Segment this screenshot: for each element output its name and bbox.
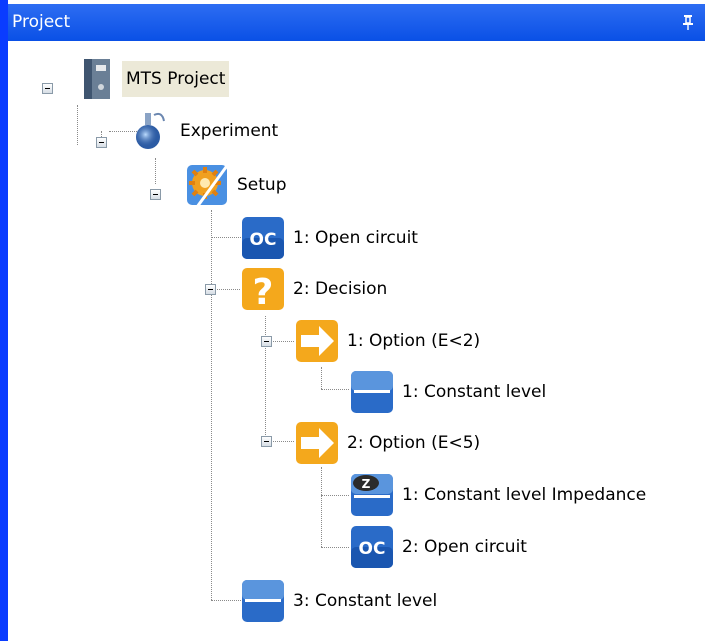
collapse-toggle-option1[interactable] <box>261 336 272 347</box>
tree-node-step3[interactable]: 3: Constant level <box>241 577 441 625</box>
tree-label: 1: Constant level Impedance <box>402 485 647 505</box>
tree-label: 1: Option (E<2) <box>347 331 481 351</box>
tree-node-option1-child1[interactable]: 1: Constant level <box>350 368 550 416</box>
tree-label: 2: Option (E<5) <box>347 433 481 453</box>
gear-icon <box>187 163 229 207</box>
window-left-border <box>0 0 8 641</box>
svg-text:OC: OC <box>359 539 386 559</box>
collapse-toggle-experiment[interactable] <box>96 137 107 148</box>
pin-icon[interactable] <box>681 14 695 30</box>
tree-label: 1: Open circuit <box>293 228 418 248</box>
project-tree: MTS Project Experiment Setup OC 1: Open … <box>8 41 705 641</box>
tree-label: Experiment <box>180 121 279 141</box>
tree-label: MTS Project <box>122 61 230 97</box>
flask-icon <box>136 112 165 149</box>
tree-label: 2: Open circuit <box>402 537 527 557</box>
tree-node-option2[interactable]: 2: Option (E<5) <box>295 419 484 467</box>
question-icon: ? <box>242 268 284 311</box>
impedance-icon: Z <box>351 474 393 516</box>
tree-node-decision[interactable]: ? 2: Decision <box>241 265 391 313</box>
oc-icon: OC <box>242 217 284 259</box>
constant-level-icon <box>351 371 393 413</box>
collapse-toggle-decision[interactable] <box>205 284 216 295</box>
tree-label: Setup <box>237 175 287 195</box>
tree-node-option2-child2[interactable]: OC 2: Open circuit <box>350 523 531 571</box>
tree-node-option2-child1[interactable]: Z 1: Constant level Impedance <box>350 471 650 519</box>
collapse-toggle-project[interactable] <box>42 83 53 94</box>
svg-text:?: ? <box>253 272 274 311</box>
constant-level-icon <box>242 580 284 622</box>
tree-label: 1: Constant level <box>402 382 547 402</box>
tree-label: 3: Constant level <box>293 591 438 611</box>
collapse-toggle-setup[interactable] <box>150 189 161 200</box>
oc-icon: OC <box>351 526 393 568</box>
collapse-toggle-option2[interactable] <box>261 436 272 447</box>
tree-node-project[interactable]: MTS Project <box>74 55 230 103</box>
panel-titlebar: Project <box>8 4 705 41</box>
tree-node-setup[interactable]: Setup <box>185 161 290 209</box>
arrow-right-icon <box>296 320 338 362</box>
tree-node-experiment[interactable]: Experiment <box>128 107 282 155</box>
tree-node-option1[interactable]: 1: Option (E<2) <box>295 317 484 365</box>
panel-title: Project <box>12 12 71 32</box>
arrow-right-icon <box>296 422 338 464</box>
svg-text:OC: OC <box>250 230 277 250</box>
svg-text:Z: Z <box>362 477 371 491</box>
binder-icon <box>84 59 110 99</box>
tree-label: 2: Decision <box>293 279 388 299</box>
tree-node-step1[interactable]: OC 1: Open circuit <box>241 214 422 262</box>
